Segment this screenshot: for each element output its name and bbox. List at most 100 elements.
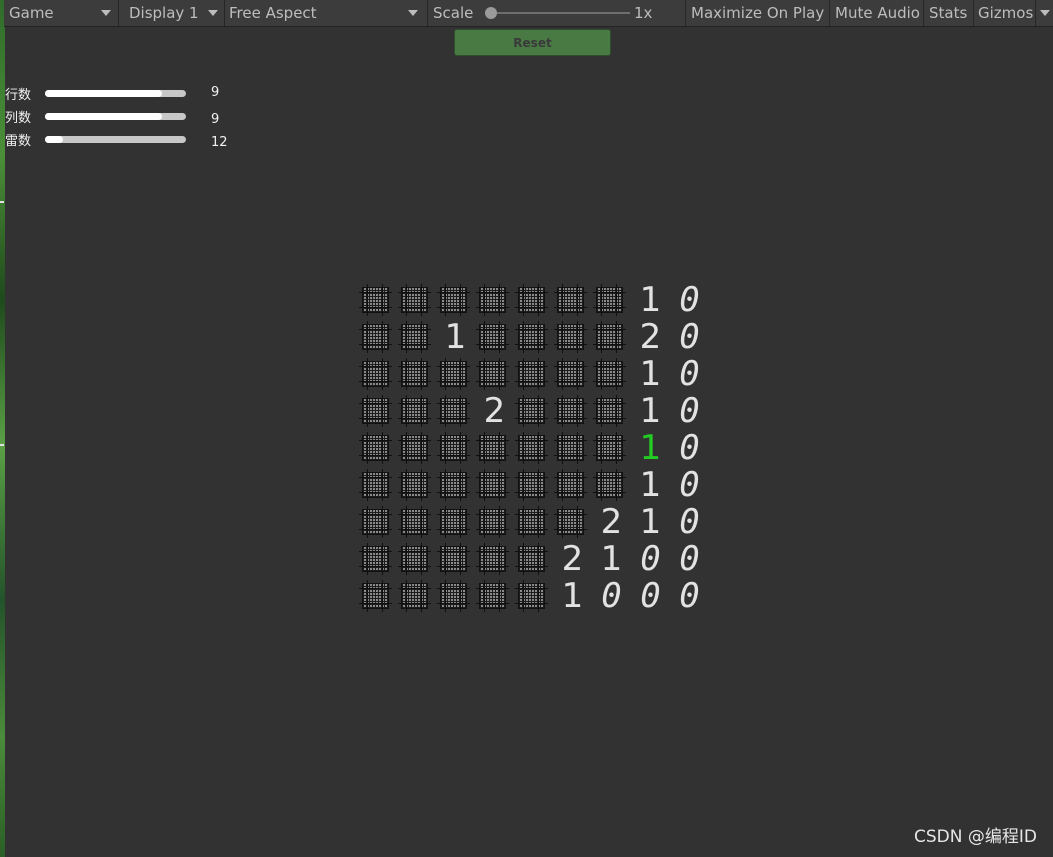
mute-audio-toggle[interactable]: Mute Audio xyxy=(835,0,920,26)
covered-cell[interactable] xyxy=(358,541,397,578)
covered-cell[interactable] xyxy=(436,467,475,504)
aspect-dropdown[interactable]: Free Aspect xyxy=(229,0,317,26)
revealed-cell[interactable]: 0 xyxy=(670,430,709,467)
covered-cell[interactable] xyxy=(514,578,553,615)
covered-cell[interactable] xyxy=(397,319,436,356)
covered-cell[interactable] xyxy=(397,541,436,578)
covered-cell[interactable] xyxy=(436,504,475,541)
chevron-down-icon[interactable] xyxy=(1040,10,1050,16)
covered-cell[interactable] xyxy=(358,504,397,541)
revealed-cell[interactable]: 0 xyxy=(670,356,709,393)
covered-cell[interactable] xyxy=(553,504,592,541)
revealed-cell[interactable]: 0 xyxy=(670,504,709,541)
covered-cell[interactable] xyxy=(553,282,592,319)
covered-cell[interactable] xyxy=(514,467,553,504)
covered-cell[interactable] xyxy=(592,467,631,504)
covered-cell[interactable] xyxy=(358,319,397,356)
scale-slider-handle[interactable] xyxy=(485,7,497,19)
revealed-cell[interactable]: 2 xyxy=(631,319,670,356)
covered-cell[interactable] xyxy=(397,467,436,504)
covered-cell[interactable] xyxy=(553,467,592,504)
revealed-cell[interactable]: 0 xyxy=(670,541,709,578)
revealed-cell[interactable]: 2 xyxy=(475,393,514,430)
game-tab-dropdown[interactable]: Game xyxy=(9,0,54,26)
cols-slider[interactable] xyxy=(45,113,186,120)
covered-cell[interactable] xyxy=(436,356,475,393)
covered-tile-icon xyxy=(515,469,548,501)
covered-cell[interactable] xyxy=(514,282,553,319)
cell-number: 0 xyxy=(679,465,700,505)
covered-cell[interactable] xyxy=(553,430,592,467)
covered-cell[interactable] xyxy=(553,393,592,430)
covered-cell[interactable] xyxy=(436,541,475,578)
revealed-cell[interactable]: 0 xyxy=(631,541,670,578)
revealed-cell[interactable]: 1 xyxy=(631,504,670,541)
revealed-cell[interactable]: 0 xyxy=(670,319,709,356)
rows-slider[interactable] xyxy=(45,90,186,97)
covered-cell[interactable] xyxy=(514,319,553,356)
revealed-cell[interactable]: 0 xyxy=(670,282,709,319)
revealed-cell[interactable]: 0 xyxy=(670,467,709,504)
covered-cell[interactable] xyxy=(475,356,514,393)
cell-number: 0 xyxy=(679,317,700,357)
covered-cell[interactable] xyxy=(592,319,631,356)
covered-cell[interactable] xyxy=(475,430,514,467)
covered-cell[interactable] xyxy=(514,356,553,393)
gizmos-toggle[interactable]: Gizmos xyxy=(978,0,1033,26)
covered-cell[interactable] xyxy=(397,356,436,393)
revealed-cell[interactable]: 1 xyxy=(631,356,670,393)
covered-cell[interactable] xyxy=(475,504,514,541)
reset-button[interactable]: Reset xyxy=(454,29,611,56)
revealed-cell[interactable]: 0 xyxy=(631,578,670,615)
covered-cell[interactable] xyxy=(475,282,514,319)
revealed-cell[interactable]: 1 xyxy=(631,467,670,504)
revealed-cell[interactable]: 0 xyxy=(670,393,709,430)
revealed-cell[interactable]: 0 xyxy=(592,578,631,615)
covered-cell[interactable] xyxy=(358,578,397,615)
revealed-cell[interactable]: 0 xyxy=(670,578,709,615)
covered-cell[interactable] xyxy=(514,430,553,467)
maximize-on-play-toggle[interactable]: Maximize On Play xyxy=(691,0,824,26)
covered-cell[interactable] xyxy=(358,430,397,467)
rows-label: 行数 xyxy=(5,88,32,103)
covered-cell[interactable] xyxy=(358,356,397,393)
covered-cell[interactable] xyxy=(436,578,475,615)
covered-cell[interactable] xyxy=(358,467,397,504)
covered-cell[interactable] xyxy=(397,504,436,541)
covered-cell[interactable] xyxy=(436,282,475,319)
revealed-cell[interactable]: 1 xyxy=(631,393,670,430)
covered-cell[interactable] xyxy=(397,430,436,467)
covered-cell[interactable] xyxy=(358,393,397,430)
covered-cell[interactable] xyxy=(397,282,436,319)
mines-slider[interactable] xyxy=(45,136,186,143)
covered-cell[interactable] xyxy=(358,282,397,319)
covered-cell[interactable] xyxy=(475,319,514,356)
revealed-cell[interactable]: 1 xyxy=(592,541,631,578)
revealed-cell[interactable]: 1 xyxy=(631,430,670,467)
revealed-cell[interactable]: 1 xyxy=(631,282,670,319)
covered-cell[interactable] xyxy=(475,578,514,615)
revealed-cell[interactable]: 1 xyxy=(553,578,592,615)
covered-cell[interactable] xyxy=(592,430,631,467)
revealed-cell[interactable]: 2 xyxy=(592,504,631,541)
covered-cell[interactable] xyxy=(475,541,514,578)
covered-cell[interactable] xyxy=(553,319,592,356)
covered-tile-icon xyxy=(476,506,509,538)
covered-cell[interactable] xyxy=(436,393,475,430)
covered-cell[interactable] xyxy=(397,393,436,430)
scale-slider-track[interactable] xyxy=(492,12,630,14)
revealed-cell[interactable]: 2 xyxy=(553,541,592,578)
covered-cell[interactable] xyxy=(436,430,475,467)
revealed-cell[interactable]: 1 xyxy=(436,319,475,356)
covered-cell[interactable] xyxy=(397,578,436,615)
covered-cell[interactable] xyxy=(514,504,553,541)
covered-cell[interactable] xyxy=(592,282,631,319)
covered-cell[interactable] xyxy=(592,393,631,430)
display-dropdown[interactable]: Display 1 xyxy=(129,0,199,26)
covered-cell[interactable] xyxy=(592,356,631,393)
covered-cell[interactable] xyxy=(475,467,514,504)
covered-cell[interactable] xyxy=(514,541,553,578)
covered-cell[interactable] xyxy=(514,393,553,430)
stats-toggle[interactable]: Stats xyxy=(929,0,967,26)
covered-cell[interactable] xyxy=(553,356,592,393)
